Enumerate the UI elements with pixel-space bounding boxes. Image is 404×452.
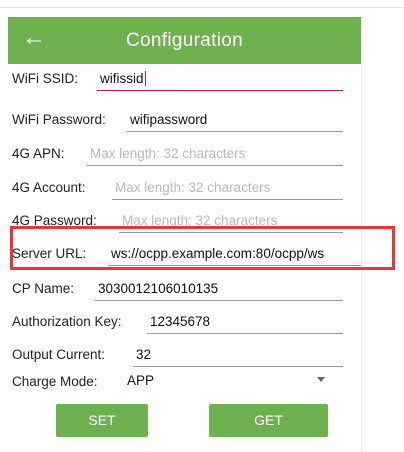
wifi-ssid-label: WiFi SSID:: [12, 71, 78, 86]
apn-row: 4G APN: Max length: 32 characters: [8, 139, 361, 173]
charge-mode-label: Charge Mode:: [12, 374, 98, 389]
cp-name-row: CP Name: 3030012106010135: [8, 274, 361, 308]
wifi-password-label: WiFi Password:: [12, 112, 106, 127]
authorization-key-label: Authorization Key:: [12, 314, 122, 329]
wifi-password-input[interactable]: wifipassword: [127, 105, 343, 132]
account-label: 4G Account:: [12, 180, 86, 195]
cp-name-input[interactable]: 3030012106010135: [95, 274, 343, 301]
top-divider: [0, 7, 404, 8]
apn-label: 4G APN:: [12, 146, 65, 161]
cp-name-label: CP Name:: [12, 281, 75, 296]
authorization-key-row: Authorization Key: 12345678: [8, 307, 361, 341]
apn-input[interactable]: Max length: 32 characters: [87, 139, 343, 166]
configuration-screen: ← Configuration WiFi SSID: wifissid WiFi…: [8, 17, 395, 452]
output-current-label: Output Current:: [12, 347, 106, 362]
wifi-password-row: WiFi Password: wifipassword: [8, 105, 361, 139]
wifi-ssid-input[interactable]: wifissid: [97, 64, 343, 91]
wifi-ssid-row: WiFi SSID: wifissid: [8, 64, 361, 98]
authorization-key-input[interactable]: 12345678: [147, 307, 343, 334]
app-header: ← Configuration: [8, 17, 361, 64]
text-cursor: [144, 71, 147, 86]
account-row: 4G Account: Max length: 32 characters: [8, 173, 361, 207]
page-title: Configuration: [126, 30, 243, 51]
charge-mode-row: Charge Mode: APP: [8, 366, 361, 400]
output-current-input[interactable]: 32: [133, 340, 343, 367]
dropdown-arrow-icon: [317, 377, 325, 382]
highlight-box: [10, 226, 395, 270]
account-input[interactable]: Max length: 32 characters: [112, 173, 343, 200]
get-button[interactable]: GET: [209, 404, 328, 437]
charge-mode-select[interactable]: APP: [124, 366, 345, 396]
set-button[interactable]: SET: [56, 404, 148, 437]
